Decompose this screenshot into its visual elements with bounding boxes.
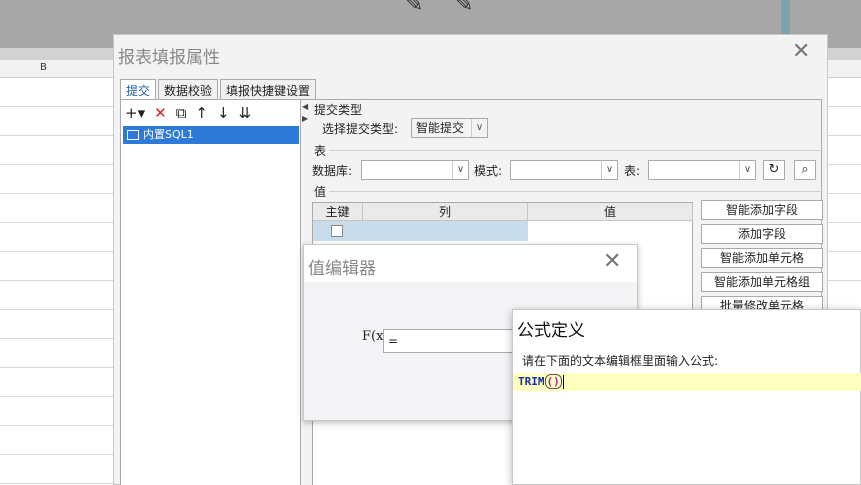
preview-button[interactable]: ⌕ xyxy=(794,160,816,180)
dialog-title: 报表填报属性 xyxy=(118,48,220,68)
value-section: 值 xyxy=(314,185,327,199)
value-input[interactable]: = xyxy=(383,329,523,353)
spreadsheet-grid[interactable] xyxy=(0,78,120,485)
smart-add-cell-button[interactable]: 智能添加单元格 xyxy=(701,248,823,268)
add-icon[interactable]: +▾ xyxy=(125,104,145,122)
formula-code[interactable]: TRIM() xyxy=(518,374,564,390)
database-label: 数据库: xyxy=(312,164,353,178)
table-label: 表: xyxy=(624,164,641,178)
schema-label: 模式: xyxy=(474,164,503,178)
move-down-icon[interactable]: ↓ xyxy=(217,104,230,122)
table-section: 表 xyxy=(314,144,327,158)
schema-select[interactable]: ∨ xyxy=(510,160,618,180)
column-header-value[interactable]: 值 xyxy=(528,203,693,221)
copy-icon[interactable]: ⧉ xyxy=(176,104,187,122)
sql-list-panel: +▾ ✕ ⧉ ↑ ↓ ⇊ 内置SQL1 xyxy=(121,100,301,485)
chevron-down-icon: ∨ xyxy=(739,161,755,179)
collapse-left-icon[interactable]: ◀ xyxy=(302,102,308,111)
tab-data-validation[interactable]: 数据校验 xyxy=(158,79,219,99)
formula-definition-dialog: 公式定义 请在下面的文本编辑框里面输入公式: TRIM() xyxy=(512,309,861,485)
smart-add-field-button[interactable]: 智能添加字段 xyxy=(701,200,823,220)
spreadsheet-grid-right[interactable] xyxy=(828,78,861,308)
sort-icon[interactable]: ⇊ xyxy=(239,104,252,122)
tree-item-sql[interactable]: 内置SQL1 xyxy=(123,126,299,144)
submit-type-select[interactable]: 智能提交 ∨ xyxy=(411,118,488,138)
table-icon xyxy=(127,130,139,140)
value-editor-title: 值编辑器 xyxy=(308,259,376,279)
submit-type-section: 提交类型 xyxy=(314,103,363,117)
close-icon[interactable]: ✕ xyxy=(603,249,621,274)
tab-submit[interactable]: 提交 xyxy=(120,79,157,99)
tab-shortcut-settings[interactable]: 填报快捷键设置 xyxy=(220,79,317,99)
chevron-down-icon: ∨ xyxy=(452,161,468,179)
formula-dialog-title: 公式定义 xyxy=(517,321,585,341)
value-editor-header: 值编辑器 ✕ xyxy=(304,245,637,282)
pen-slash-icon[interactable]: ✎ xyxy=(405,0,423,17)
delete-icon[interactable]: ✕ xyxy=(154,104,167,122)
chevron-down-icon: ∨ xyxy=(601,161,617,179)
submit-type-label: 选择提交类型: xyxy=(322,122,399,136)
move-up-icon[interactable]: ↑ xyxy=(195,104,208,122)
add-field-button[interactable]: 添加字段 xyxy=(701,224,823,244)
smart-add-cell-group-button[interactable]: 智能添加单元格组 xyxy=(701,272,823,292)
column-header-key[interactable]: 主键 xyxy=(313,203,363,221)
database-select[interactable]: ∨ xyxy=(361,160,469,180)
divider xyxy=(329,150,823,151)
divider xyxy=(329,191,823,192)
column-header-b[interactable]: B xyxy=(40,62,47,73)
preview-icon: ⌕ xyxy=(801,162,809,177)
table-row[interactable] xyxy=(313,221,528,241)
column-header-column[interactable]: 列 xyxy=(363,203,528,221)
primary-key-checkbox[interactable] xyxy=(331,225,343,237)
refresh-icon: ↻ xyxy=(768,162,780,177)
tree-item-label: 内置SQL1 xyxy=(143,128,194,141)
formula-prompt: 请在下面的文本编辑框里面输入公式: xyxy=(522,354,719,368)
formula-editor[interactable]: TRIM() xyxy=(513,373,861,391)
function-name: TRIM xyxy=(518,375,545,388)
close-icon[interactable]: ✕ xyxy=(792,39,810,64)
pen-icon[interactable]: ✎ xyxy=(455,0,473,17)
refresh-button[interactable]: ↻ xyxy=(763,160,785,180)
collapse-right-icon[interactable]: ▶ xyxy=(302,114,308,123)
function-parens: () xyxy=(544,374,562,389)
text-caret xyxy=(562,375,564,389)
chevron-down-icon: ∨ xyxy=(471,119,487,137)
submit-type-value: 智能提交 xyxy=(416,121,465,135)
table-select[interactable]: ∨ xyxy=(648,160,756,180)
tab-bar: 提交 数据校验 填报快捷键设置 xyxy=(120,79,318,99)
list-toolbar: +▾ ✕ ⧉ ↑ ↓ ⇊ xyxy=(125,102,251,124)
